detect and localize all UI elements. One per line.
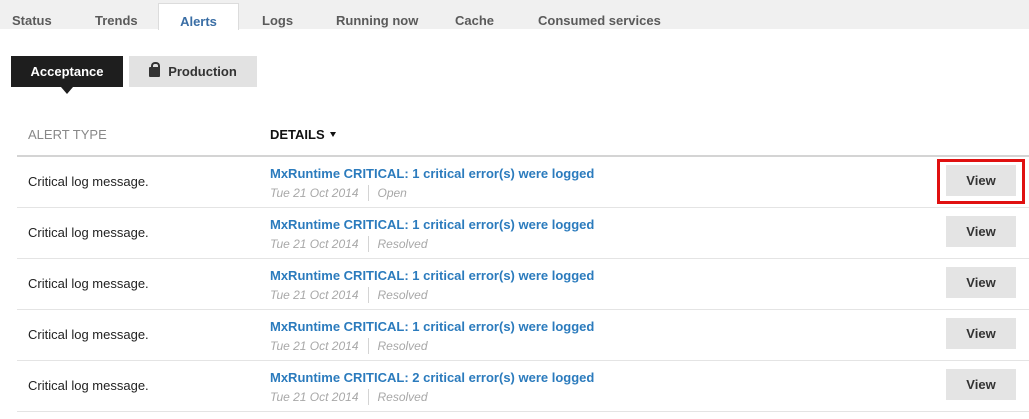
view-button[interactable]: View <box>946 216 1016 247</box>
alert-status: Resolved <box>377 339 428 353</box>
alert-type: Critical log message. <box>28 378 149 393</box>
alert-meta: Tue 21 Oct 2014 Resolved <box>270 236 428 252</box>
selected-indicator-icon <box>61 87 73 94</box>
alert-meta: Tue 21 Oct 2014 Resolved <box>270 338 428 354</box>
production-label: Production <box>168 64 237 79</box>
view-button[interactable]: View <box>946 369 1016 400</box>
table-row: Critical log message. MxRuntime CRITICAL… <box>17 208 1029 259</box>
alert-message-link[interactable]: MxRuntime CRITICAL: 1 critical error(s) … <box>270 217 594 232</box>
alert-message-link[interactable]: MxRuntime CRITICAL: 2 critical error(s) … <box>270 370 594 385</box>
production-button[interactable]: Production <box>129 56 257 87</box>
alert-meta: Tue 21 Oct 2014 Resolved <box>270 389 428 405</box>
alert-date: Tue 21 Oct 2014 <box>270 339 359 353</box>
meta-divider <box>367 185 369 201</box>
alert-meta: Tue 21 Oct 2014 Open <box>270 185 407 201</box>
alert-date: Tue 21 Oct 2014 <box>270 288 359 302</box>
alert-message-link[interactable]: MxRuntime CRITICAL: 1 critical error(s) … <box>270 166 594 181</box>
table-row: Critical log message. MxRuntime CRITICAL… <box>17 310 1029 361</box>
highlight-box <box>937 159 1025 204</box>
column-header-details[interactable]: DETAILS <box>270 128 336 142</box>
tab-bar: Status Trends Alerts Logs Running now Ca… <box>0 0 1029 30</box>
view-button[interactable]: View <box>946 318 1016 349</box>
details-header-label: DETAILS <box>270 127 325 142</box>
alert-type: Critical log message. <box>28 225 149 240</box>
alert-status: Resolved <box>377 237 428 251</box>
tab-alerts[interactable]: Alerts <box>158 3 239 30</box>
tab-trends[interactable]: Trends <box>95 0 138 29</box>
view-button[interactable]: View <box>946 267 1016 298</box>
sort-desc-icon <box>329 132 336 137</box>
tab-cache[interactable]: Cache <box>455 0 494 29</box>
table-row: Critical log message. MxRuntime CRITICAL… <box>17 157 1029 208</box>
alert-type: Critical log message. <box>28 327 149 342</box>
table-row: Critical log message. MxRuntime CRITICAL… <box>17 259 1029 310</box>
column-header-alert-type: ALERT TYPE <box>28 127 107 142</box>
alert-date: Tue 21 Oct 2014 <box>270 390 359 404</box>
alert-status: Resolved <box>377 288 428 302</box>
alert-status: Open <box>377 186 407 200</box>
table-row: Critical log message. MxRuntime CRITICAL… <box>17 361 1029 412</box>
meta-divider <box>367 389 369 405</box>
tab-consumed-services[interactable]: Consumed services <box>538 0 661 29</box>
lock-icon <box>149 62 161 77</box>
alerts-table-body: Critical log message. MxRuntime CRITICAL… <box>17 157 1029 412</box>
tab-logs[interactable]: Logs <box>262 0 293 29</box>
alert-status: Resolved <box>377 390 428 404</box>
alert-type: Critical log message. <box>28 174 149 189</box>
alert-type: Critical log message. <box>28 276 149 291</box>
tab-status[interactable]: Status <box>12 0 52 29</box>
tab-running-now[interactable]: Running now <box>336 0 418 29</box>
alert-meta: Tue 21 Oct 2014 Resolved <box>270 287 428 303</box>
acceptance-label: Acceptance <box>30 64 104 79</box>
meta-divider <box>367 338 369 354</box>
alert-date: Tue 21 Oct 2014 <box>270 186 359 200</box>
alert-message-link[interactable]: MxRuntime CRITICAL: 1 critical error(s) … <box>270 319 594 334</box>
meta-divider <box>367 236 369 252</box>
acceptance-button[interactable]: Acceptance <box>11 56 123 94</box>
alert-date: Tue 21 Oct 2014 <box>270 237 359 251</box>
alert-message-link[interactable]: MxRuntime CRITICAL: 1 critical error(s) … <box>270 268 594 283</box>
meta-divider <box>367 287 369 303</box>
